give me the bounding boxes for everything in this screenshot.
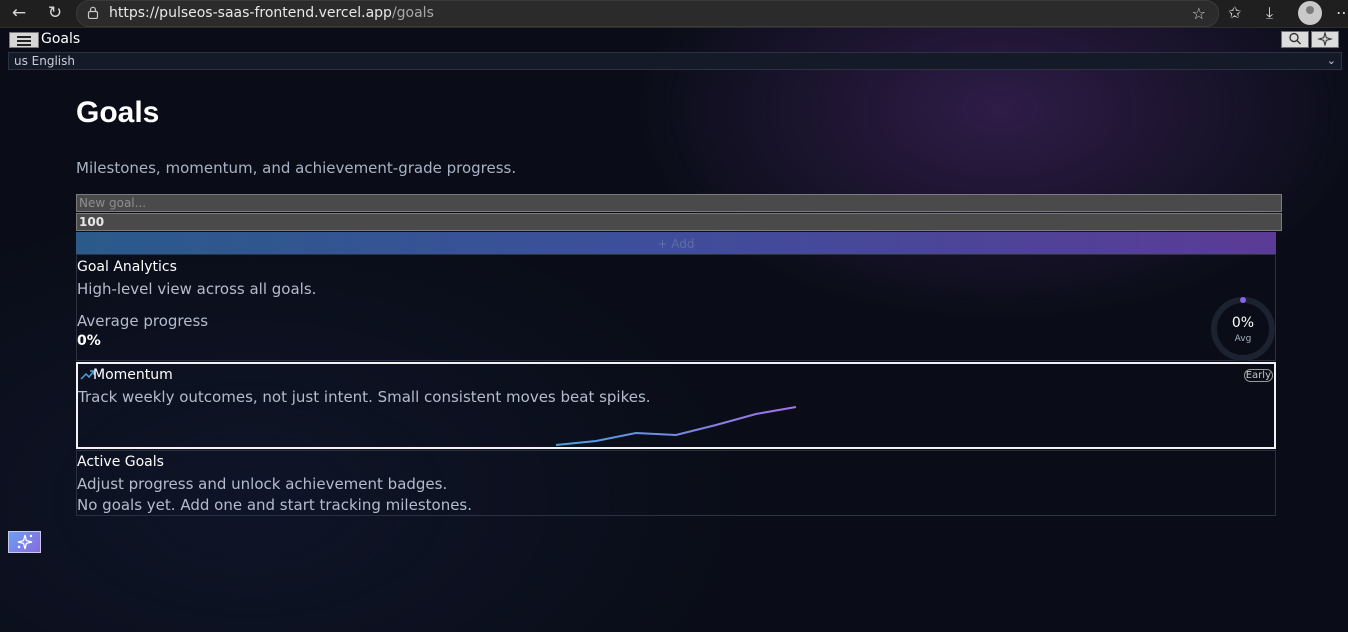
back-arrow-icon[interactable]: ←: [8, 3, 30, 23]
url-path: /goals: [391, 5, 434, 21]
early-badge: Early: [1243, 369, 1273, 382]
active-goals-description: Adjust progress and unlock achievement b…: [77, 475, 448, 493]
active-goals-title: Active Goals: [77, 454, 164, 470]
menu-button[interactable]: [9, 32, 39, 48]
language-select-value: us English: [14, 54, 76, 68]
active-goals-card: Active Goals Adjust progress and unlock …: [76, 450, 1276, 516]
app-title: Goals: [41, 31, 81, 47]
average-progress-label: Average progress: [77, 312, 209, 330]
average-progress-value: 0%: [77, 333, 101, 349]
hamburger-icon-bar: [17, 44, 31, 46]
new-goal-input[interactable]: [76, 194, 1282, 212]
goal-target-input[interactable]: [76, 213, 1282, 231]
chevron-down-icon: ⌄: [1326, 54, 1336, 67]
ring-percent: 0%: [1231, 315, 1255, 331]
app-topbar: Goals: [0, 30, 1348, 50]
analytics-description: High-level view across all goals.: [77, 280, 317, 298]
momentum-title: Momentum: [93, 367, 173, 383]
sparkle-icon: [1316, 30, 1334, 48]
language-select[interactable]: us English ⌄: [8, 52, 1342, 70]
analytics-title: Goal Analytics: [77, 259, 177, 275]
page-title: Goals: [76, 96, 160, 129]
ring-label: Avg: [1234, 334, 1252, 344]
momentum-trend-line: [555, 406, 797, 446]
add-goal-button[interactable]: + Add: [76, 232, 1276, 254]
reload-icon[interactable]: ↻: [44, 3, 66, 23]
page-subtitle: Milestones, momentum, and achievement-gr…: [76, 159, 517, 177]
average-progress-ring: 0% Avg: [1210, 296, 1276, 362]
empty-goals-message: No goals yet. Add one and start tracking…: [77, 496, 473, 514]
momentum-card: Momentum Track weekly outcomes, not just…: [76, 362, 1276, 449]
momentum-sparkline: [555, 406, 797, 446]
url-host: https://pulseos-saas-frontend.vercel.app: [109, 5, 392, 21]
site-info-icon[interactable]: [87, 6, 99, 19]
assistant-fab-button[interactable]: [8, 531, 41, 553]
address-url[interactable]: https://pulseos-saas-frontend.vercel.app…: [109, 5, 434, 21]
browser-toolbar: ← ↻ https://pulseos-saas-frontend.vercel…: [0, 0, 1348, 28]
hamburger-icon-bar: [17, 40, 31, 42]
more-menu-icon[interactable]: ⋯: [1336, 3, 1348, 22]
search-icon: [1289, 32, 1301, 45]
sparkle-icon: [17, 534, 33, 550]
hamburger-icon: [17, 36, 31, 38]
bookmark-star-icon[interactable]: ☆: [1192, 4, 1206, 23]
favorites-icon[interactable]: ✩: [1228, 3, 1241, 22]
goal-analytics-card: Goal Analytics High-level view across al…: [76, 254, 1276, 361]
ai-assistant-button[interactable]: [1311, 30, 1339, 48]
address-bar[interactable]: https://pulseos-saas-frontend.vercel.app…: [76, 0, 1219, 27]
search-button[interactable]: [1281, 31, 1309, 48]
profile-avatar[interactable]: [1298, 1, 1322, 25]
download-icon[interactable]: ⤓: [1266, 3, 1273, 23]
